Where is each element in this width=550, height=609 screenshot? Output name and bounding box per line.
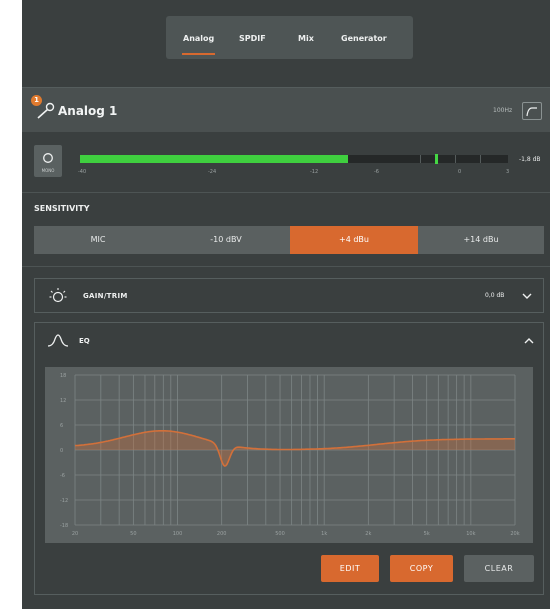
meter-tick — [455, 155, 456, 163]
eq-y-tick-label: 0 — [60, 448, 63, 454]
eq-x-tick-label: 2k — [365, 531, 371, 537]
level-meter-peak — [435, 154, 439, 164]
sensitivity-title: SENSITIVITY — [34, 204, 90, 213]
tab-mix[interactable]: Mix — [298, 34, 314, 43]
eq-x-tick-label: 5k — [424, 531, 430, 537]
mono-label: MONO — [41, 168, 55, 173]
mono-button[interactable]: MONO — [34, 145, 62, 177]
eq-graph[interactable]: 18 12 6 0 -6 -12 -18 20 50 100 200 500 1k 2k 5k 10k 20k — [45, 367, 533, 543]
eq-y-tick-label: 18 — [60, 373, 66, 379]
level-meter — [80, 154, 508, 164]
highpass-filter-button[interactable] — [522, 102, 542, 120]
eq-y-tick-label: -18 — [60, 523, 68, 529]
level-meter-fill — [80, 155, 348, 163]
meter-scale-label: -24 — [208, 169, 217, 175]
eq-x-tick-label: 20k — [510, 531, 519, 537]
tab-analog[interactable]: Analog — [181, 34, 216, 55]
divider — [22, 266, 550, 267]
meter-scale-label: -12 — [310, 169, 319, 175]
sensitivity-option-plus14dbu[interactable]: +14 dBu — [418, 226, 544, 254]
eq-y-tick-label: -6 — [60, 473, 65, 479]
gain-trim-title: GAIN/TRIM — [83, 292, 128, 300]
chevron-up-icon[interactable] — [523, 336, 535, 346]
eq-x-tick-label: 200 — [217, 531, 227, 537]
eq-x-tick-label: 50 — [130, 531, 136, 537]
eq-x-tick-label: 100 — [173, 531, 183, 537]
eq-x-tick-label: 500 — [275, 531, 285, 537]
mono-circle-icon — [43, 153, 53, 163]
tab-spdif[interactable]: SPDIF — [239, 34, 266, 43]
channel-title: Analog 1 — [58, 104, 118, 118]
meter-scale-label: 0 — [458, 169, 462, 175]
microphone-icon — [37, 102, 55, 119]
meter-tick — [480, 155, 481, 163]
sensitivity-option-plus4dbu[interactable]: +4 dBu — [290, 226, 418, 254]
tab-generator[interactable]: Generator — [341, 34, 387, 43]
meter-tick — [420, 155, 421, 163]
channel-header: 1 Analog 1 100Hz — [22, 87, 550, 132]
eq-x-tick-label: 10k — [466, 531, 475, 537]
eq-x-tick-label: 20 — [72, 531, 78, 537]
app-window: Analog SPDIF Mix Generator 1 Analog 1 10… — [22, 0, 550, 609]
meter-scale-label: -6 — [374, 169, 379, 175]
divider — [22, 192, 550, 193]
eq-y-tick-label: 12 — [60, 398, 66, 404]
gain-trim-panel[interactable]: GAIN/TRIM 0,0 dB — [34, 278, 544, 313]
eq-title[interactable]: EQ — [79, 337, 90, 345]
sensitivity-option-minus10dbv[interactable]: -10 dBV — [162, 226, 290, 254]
chevron-down-icon[interactable] — [521, 291, 533, 301]
eq-graph-svg: 18 12 6 0 -6 -12 -18 20 50 100 200 500 1k 2k 5k 10k 20k — [60, 373, 520, 537]
clear-button[interactable]: CLEAR — [464, 555, 534, 582]
meter-scale-label: -40 — [78, 169, 87, 175]
gain-trim-value: 0,0 dB — [485, 292, 505, 299]
eq-y-tick-label: 6 — [60, 423, 63, 429]
eq-y-tick-label: -12 — [60, 498, 68, 504]
copy-button[interactable]: COPY — [390, 555, 453, 582]
highpass-filter-icon — [526, 107, 537, 117]
meter-value-readout: -1,8 dB — [519, 156, 541, 163]
sensitivity-option-mic[interactable]: MIC — [34, 226, 162, 254]
eq-bell-curve-icon — [47, 334, 69, 347]
edit-button[interactable]: EDIT — [321, 555, 379, 582]
eq-x-tick-label: 1k — [321, 531, 327, 537]
meter-scale-label: 3 — [506, 169, 510, 175]
highpass-frequency-label: 100Hz — [493, 107, 513, 114]
gain-knob-icon — [49, 288, 67, 303]
source-tab-bar: Analog SPDIF Mix Generator — [166, 16, 413, 59]
